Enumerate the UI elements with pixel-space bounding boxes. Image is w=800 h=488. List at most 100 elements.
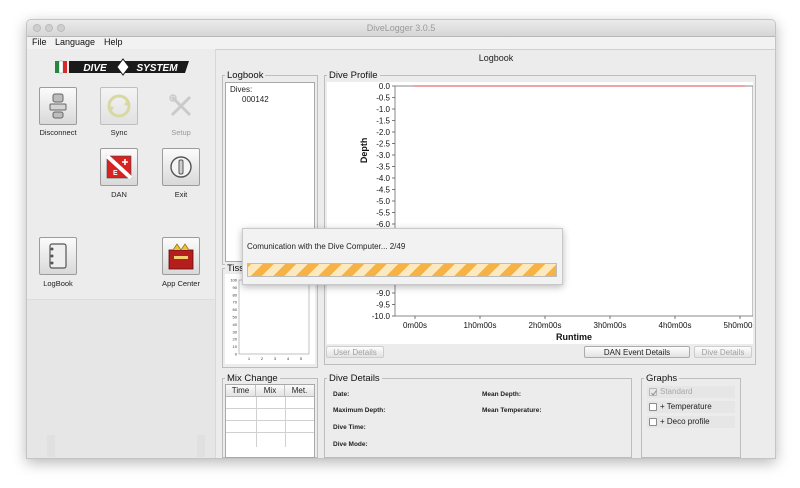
y-tick-label: -3.0 — [376, 151, 390, 160]
dive-details-group — [324, 378, 632, 458]
tissue-x-tick-label: 2 — [261, 356, 264, 361]
title-bar[interactable]: DiveLogger 3.0.5 — [27, 20, 775, 37]
svg-text:E: E — [113, 170, 118, 177]
tissue-x-tick-label: 5 — [300, 356, 303, 361]
graph-option-temperature[interactable]: + Temperature — [647, 401, 735, 413]
table-row — [226, 421, 314, 433]
tissue-x-tick-label: 4 — [287, 356, 290, 361]
y-axis-label: Depth — [359, 138, 369, 164]
tissue-y-tick-label: 40 — [233, 322, 238, 327]
graph-option-deco-profile[interactable]: + Deco profile — [647, 416, 735, 428]
app-center-icon — [168, 243, 194, 270]
dive-mode-label: Dive Mode: — [333, 441, 368, 448]
tissue-y-tick-label: 100 — [230, 278, 237, 283]
y-tick-label: -1.5 — [376, 117, 390, 126]
temperature-checkbox[interactable] — [649, 403, 657, 411]
y-tick-label: -9.0 — [376, 289, 390, 298]
exit-button[interactable] — [162, 148, 200, 186]
dive-profile-chart-svg: 0.0 -0.5 -1.0 -1.5 -2.0 -2.5 -3.0 -3.5 -4.0 -4.5 -… — [359, 82, 756, 342]
table-row — [226, 409, 314, 421]
dive-details-group-title: Dive Details — [327, 373, 382, 384]
logbook-group-title: Logbook — [225, 70, 266, 81]
tissue-y-tick-label: 0 — [235, 352, 238, 357]
x-axis-label: Runtime — [556, 332, 592, 342]
dive-details-button[interactable]: Dive Details — [694, 346, 752, 358]
y-tick-label: 0.0 — [379, 82, 391, 91]
svg-text:SYSTEM: SYSTEM — [136, 63, 178, 74]
temperature-label: + Temperature — [660, 402, 712, 411]
x-tick-label: 1h0m00s — [464, 321, 497, 330]
checkmark-icon — [651, 390, 657, 396]
exit-icon — [170, 156, 192, 178]
y-tick-label: -0.5 — [376, 94, 390, 103]
dive-profile-group-title: Dive Profile — [327, 70, 380, 81]
logbook-icon — [49, 243, 67, 269]
standard-label: Standard — [660, 387, 693, 396]
app-center-button[interactable] — [162, 237, 200, 275]
dan-flag-icon: E — [106, 155, 132, 179]
progress-bar-fill — [248, 264, 556, 276]
y-tick-label: -2.0 — [376, 128, 390, 137]
column-time[interactable]: Time — [226, 385, 256, 396]
tissue-x-tick-label: 1 — [248, 356, 251, 361]
sidebar-scroll-stub-right — [197, 435, 205, 457]
deco-profile-label: + Deco profile — [660, 417, 710, 426]
menu-help[interactable]: Help — [104, 37, 123, 47]
column-met[interactable]: Met. — [285, 385, 314, 396]
sync-button[interactable] — [100, 87, 138, 125]
x-tick-label: 2h0m00s — [529, 321, 562, 330]
exit-label: Exit — [174, 190, 188, 199]
user-details-button[interactable]: User Details — [326, 346, 384, 358]
mean-temperature-label: Mean Temperature: — [482, 407, 542, 414]
sync-label: Sync — [110, 128, 128, 137]
x-tick-label: 3h0m00s — [594, 321, 627, 330]
column-divider — [256, 397, 257, 447]
tissue-chart-svg: 10090807060504030201001 2 3 4 5 — [230, 278, 310, 361]
max-depth-label: Maximum Depth: — [333, 407, 386, 414]
progress-dialog: Comunication with the Dive Computer... 2… — [242, 228, 563, 285]
y-tick-label: -1.0 — [376, 105, 390, 114]
connector-icon — [49, 93, 67, 119]
sidebar: DIVE SYSTEM Disconnect Sync Setup E DAN … — [27, 49, 216, 458]
date-label: Date: — [333, 391, 350, 398]
disconnect-label: Disconnect — [39, 128, 77, 137]
dive-profile-chart: 0.0 -0.5 -1.0 -1.5 -2.0 -2.5 -3.0 -3.5 -4.0 -4.5 -… — [327, 82, 756, 344]
y-tick-label: -5.0 — [376, 197, 390, 206]
main-header-title: Logbook — [478, 53, 514, 63]
mix-change-header-row: Time Mix Met. — [226, 385, 314, 397]
deco-profile-checkbox[interactable] — [649, 418, 657, 426]
y-tick-label: -9.5 — [376, 301, 390, 310]
setup-button[interactable] — [162, 87, 200, 125]
tissue-y-tick-label: 50 — [233, 315, 238, 320]
tissue-y-tick-label: 10 — [233, 344, 238, 349]
y-tick-label: -3.5 — [376, 163, 390, 172]
disconnect-button[interactable] — [39, 87, 77, 125]
logbook-label: LogBook — [43, 279, 73, 288]
window-title: DiveLogger 3.0.5 — [366, 23, 436, 33]
tissue-x-tick-label: 3 — [274, 356, 277, 361]
standard-checkbox[interactable] — [649, 388, 657, 396]
graph-option-standard[interactable]: Standard — [647, 386, 735, 398]
svg-text:DIVE: DIVE — [83, 63, 107, 74]
table-row — [226, 397, 314, 409]
x-tick-label: 5h0m00s — [724, 321, 753, 330]
column-mix[interactable]: Mix — [256, 385, 285, 396]
menu-file[interactable]: File — [32, 37, 47, 47]
dan-event-details-button[interactable]: DAN Event Details — [584, 346, 690, 358]
x-tick-label: 0m00s — [403, 321, 427, 330]
tissue-y-tick-label: 20 — [233, 337, 238, 342]
dive-list-item[interactable]: 000142 — [242, 95, 269, 104]
mean-depth-label: Mean Depth: — [482, 391, 521, 398]
y-tick-label: -5.5 — [376, 209, 390, 218]
mix-change-group-title: Mix Change — [225, 373, 280, 384]
tissue-y-tick-label: 70 — [233, 300, 238, 305]
x-tick-label: 4h0m00s — [659, 321, 692, 330]
tissue-y-tick-label: 30 — [233, 329, 238, 334]
tissue-y-tick-label: 90 — [233, 285, 238, 290]
dan-button[interactable]: E — [100, 148, 138, 186]
tools-icon — [169, 94, 192, 117]
menu-language[interactable]: Language — [55, 37, 95, 47]
mix-change-table[interactable]: Time Mix Met. — [225, 384, 315, 458]
logbook-button[interactable] — [39, 237, 77, 275]
graphs-group-title: Graphs — [644, 373, 680, 384]
